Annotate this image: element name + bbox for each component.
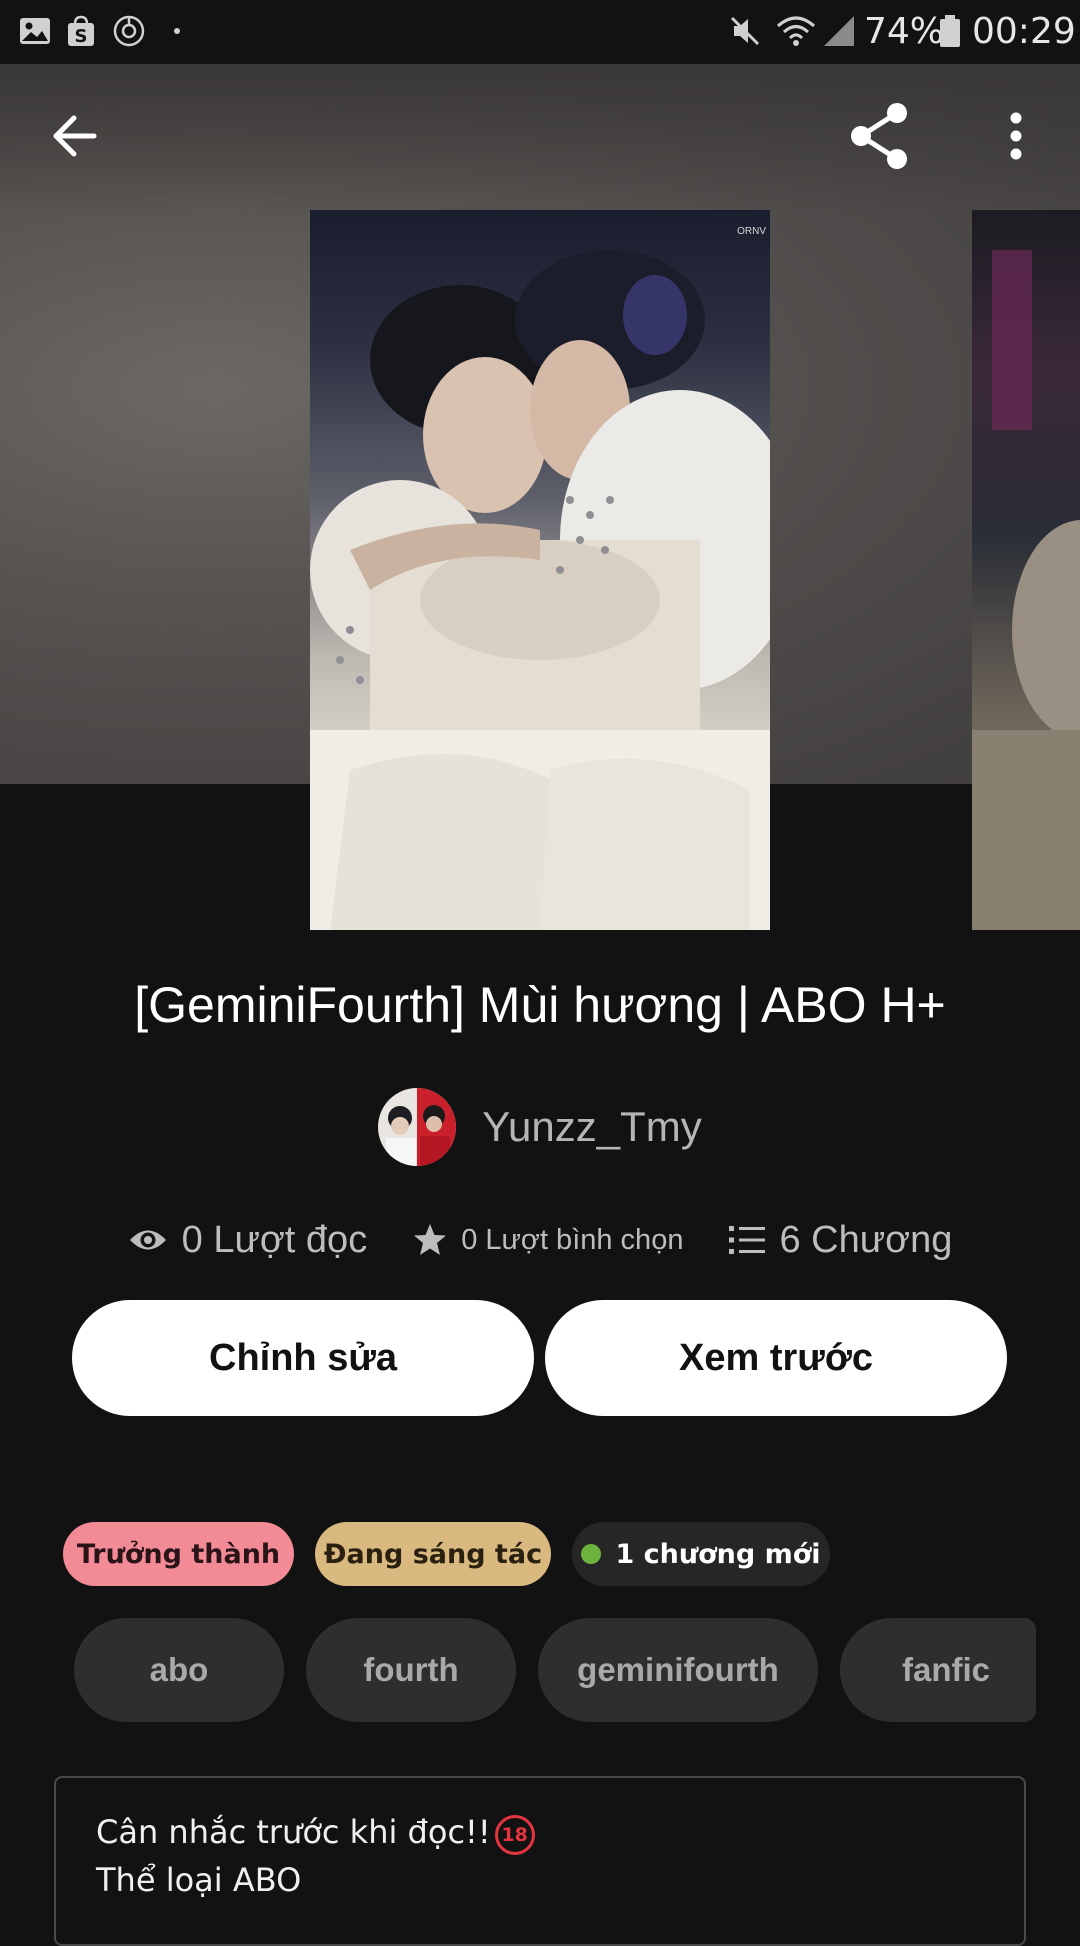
tag-chip[interactable]: abo	[74, 1618, 284, 1722]
back-arrow-icon	[53, 115, 97, 157]
author-link[interactable]: Yunzz_Tmy	[0, 1087, 1080, 1167]
tag-chip[interactable]: geminifourth	[538, 1618, 818, 1722]
age-rating-icon: 18	[494, 1815, 535, 1855]
tag-chip[interactable]: fourth	[306, 1618, 516, 1722]
more-options-button[interactable]	[976, 96, 1056, 176]
share-icon	[851, 103, 907, 169]
description-warning: Cân nhắc trước khi đọc!!	[96, 1813, 491, 1851]
edit-button[interactable]: Chỉnh sửa	[72, 1300, 534, 1416]
star-icon	[414, 1224, 447, 1255]
story-description[interactable]: Cân nhắc trước khi đọc!! 18 Thể loại ABO	[54, 1776, 1026, 1946]
description-line: Thể loại ABO	[96, 1861, 302, 1899]
author-name[interactable]: Yunzz_Tmy	[482, 1103, 701, 1151]
story-title: [GeminiFourth] Mùi hương | ABO H+	[134, 977, 946, 1033]
gallery-icon	[20, 18, 50, 44]
mature-badge: Trưởng thành	[63, 1522, 294, 1586]
next-story-cover[interactable]	[972, 210, 1080, 930]
list-icon	[729, 1226, 766, 1254]
preview-button[interactable]: Xem trước	[545, 1300, 1007, 1416]
description-line: Cân nhắc trước khi đọc!! 18	[96, 1808, 984, 1856]
share-button[interactable]	[840, 96, 920, 176]
chapters-count: 6 Chương	[779, 1218, 953, 1261]
reads-count: 0 Lượt đọc	[181, 1218, 368, 1261]
stats-row: 0 Lượt đọc 0 Lượt bình chọn 6 Chương	[0, 1212, 1080, 1268]
next-cover-illustration	[972, 250, 1080, 930]
svg-text:S: S	[75, 26, 88, 47]
tag-chip[interactable]: fanfic	[840, 1618, 1036, 1722]
chapters-stat[interactable]: 6 Chương	[729, 1219, 952, 1262]
battery-icon	[940, 15, 960, 47]
mute-icon	[730, 16, 760, 46]
more-vert-icon	[1010, 112, 1022, 160]
shop-icon: S	[68, 15, 94, 47]
signal-icon	[824, 16, 854, 46]
battery-percent: 74%	[864, 11, 945, 52]
new-chapter-label: 1 chương mới	[615, 1538, 821, 1570]
status-bar: S 74% 00:29	[0, 0, 1080, 64]
cover-watermark: ORNV	[737, 226, 766, 237]
wifi-icon	[777, 16, 815, 46]
votes-count: 0 Lượt bình chọn	[461, 1223, 684, 1256]
author-avatar[interactable]	[378, 1088, 457, 1166]
new-chapter-dot-icon	[581, 1544, 602, 1564]
clock: 00:29	[972, 11, 1076, 52]
votes-stat: 0 Lượt bình chọn	[413, 1223, 683, 1257]
sync-icon	[113, 15, 145, 47]
eye-icon	[129, 1230, 166, 1250]
new-chapter-badge: 1 chương mới	[572, 1522, 830, 1586]
story-cover[interactable]: ORNV	[310, 210, 770, 930]
back-button[interactable]	[34, 96, 114, 176]
ongoing-badge: Đang sáng tác	[315, 1522, 551, 1586]
cover-photo-illustration	[310, 250, 770, 930]
dot-icon	[174, 28, 180, 34]
reads-stat: 0 Lượt đọc	[128, 1218, 368, 1262]
